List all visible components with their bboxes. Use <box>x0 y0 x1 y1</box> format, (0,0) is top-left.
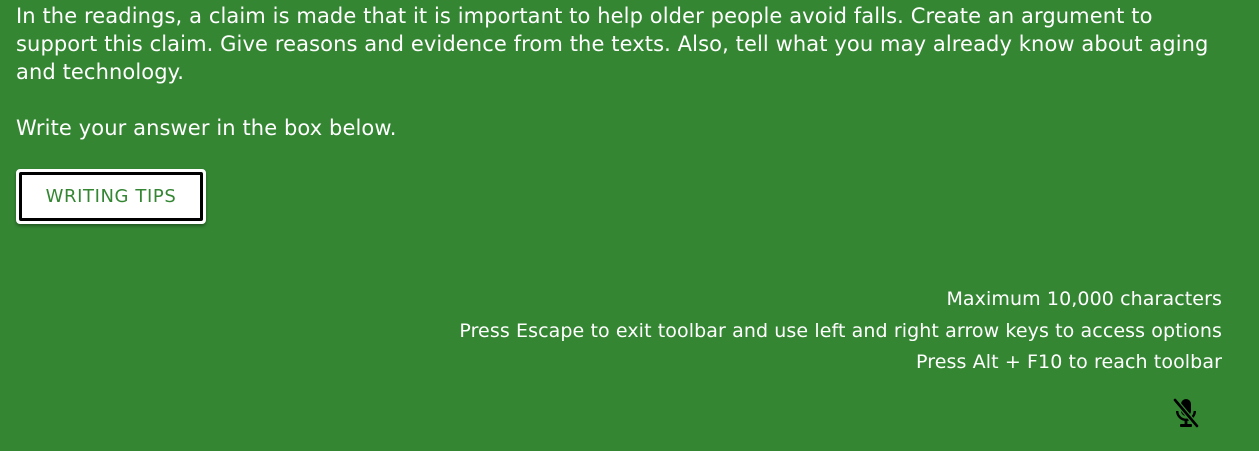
microphone-button[interactable] <box>1168 395 1204 431</box>
writing-tips-button[interactable]: WRITING TIPS <box>16 169 206 224</box>
prompt-text: In the readings, a claim is made that it… <box>16 4 1209 84</box>
answer-instruction: Write your answer in the box below. <box>16 116 397 140</box>
writing-tips-label: WRITING TIPS <box>19 172 203 221</box>
editor-hints: Maximum 10,000 characters Press Escape t… <box>459 284 1222 379</box>
escape-toolbar-hint: Press Escape to exit toolbar and use lef… <box>459 319 1222 342</box>
max-characters-hint: Maximum 10,000 characters <box>946 288 1222 310</box>
alt-f10-toolbar-hint: Press Alt + F10 to reach toolbar <box>916 351 1222 373</box>
microphone-off-icon <box>1172 397 1200 429</box>
